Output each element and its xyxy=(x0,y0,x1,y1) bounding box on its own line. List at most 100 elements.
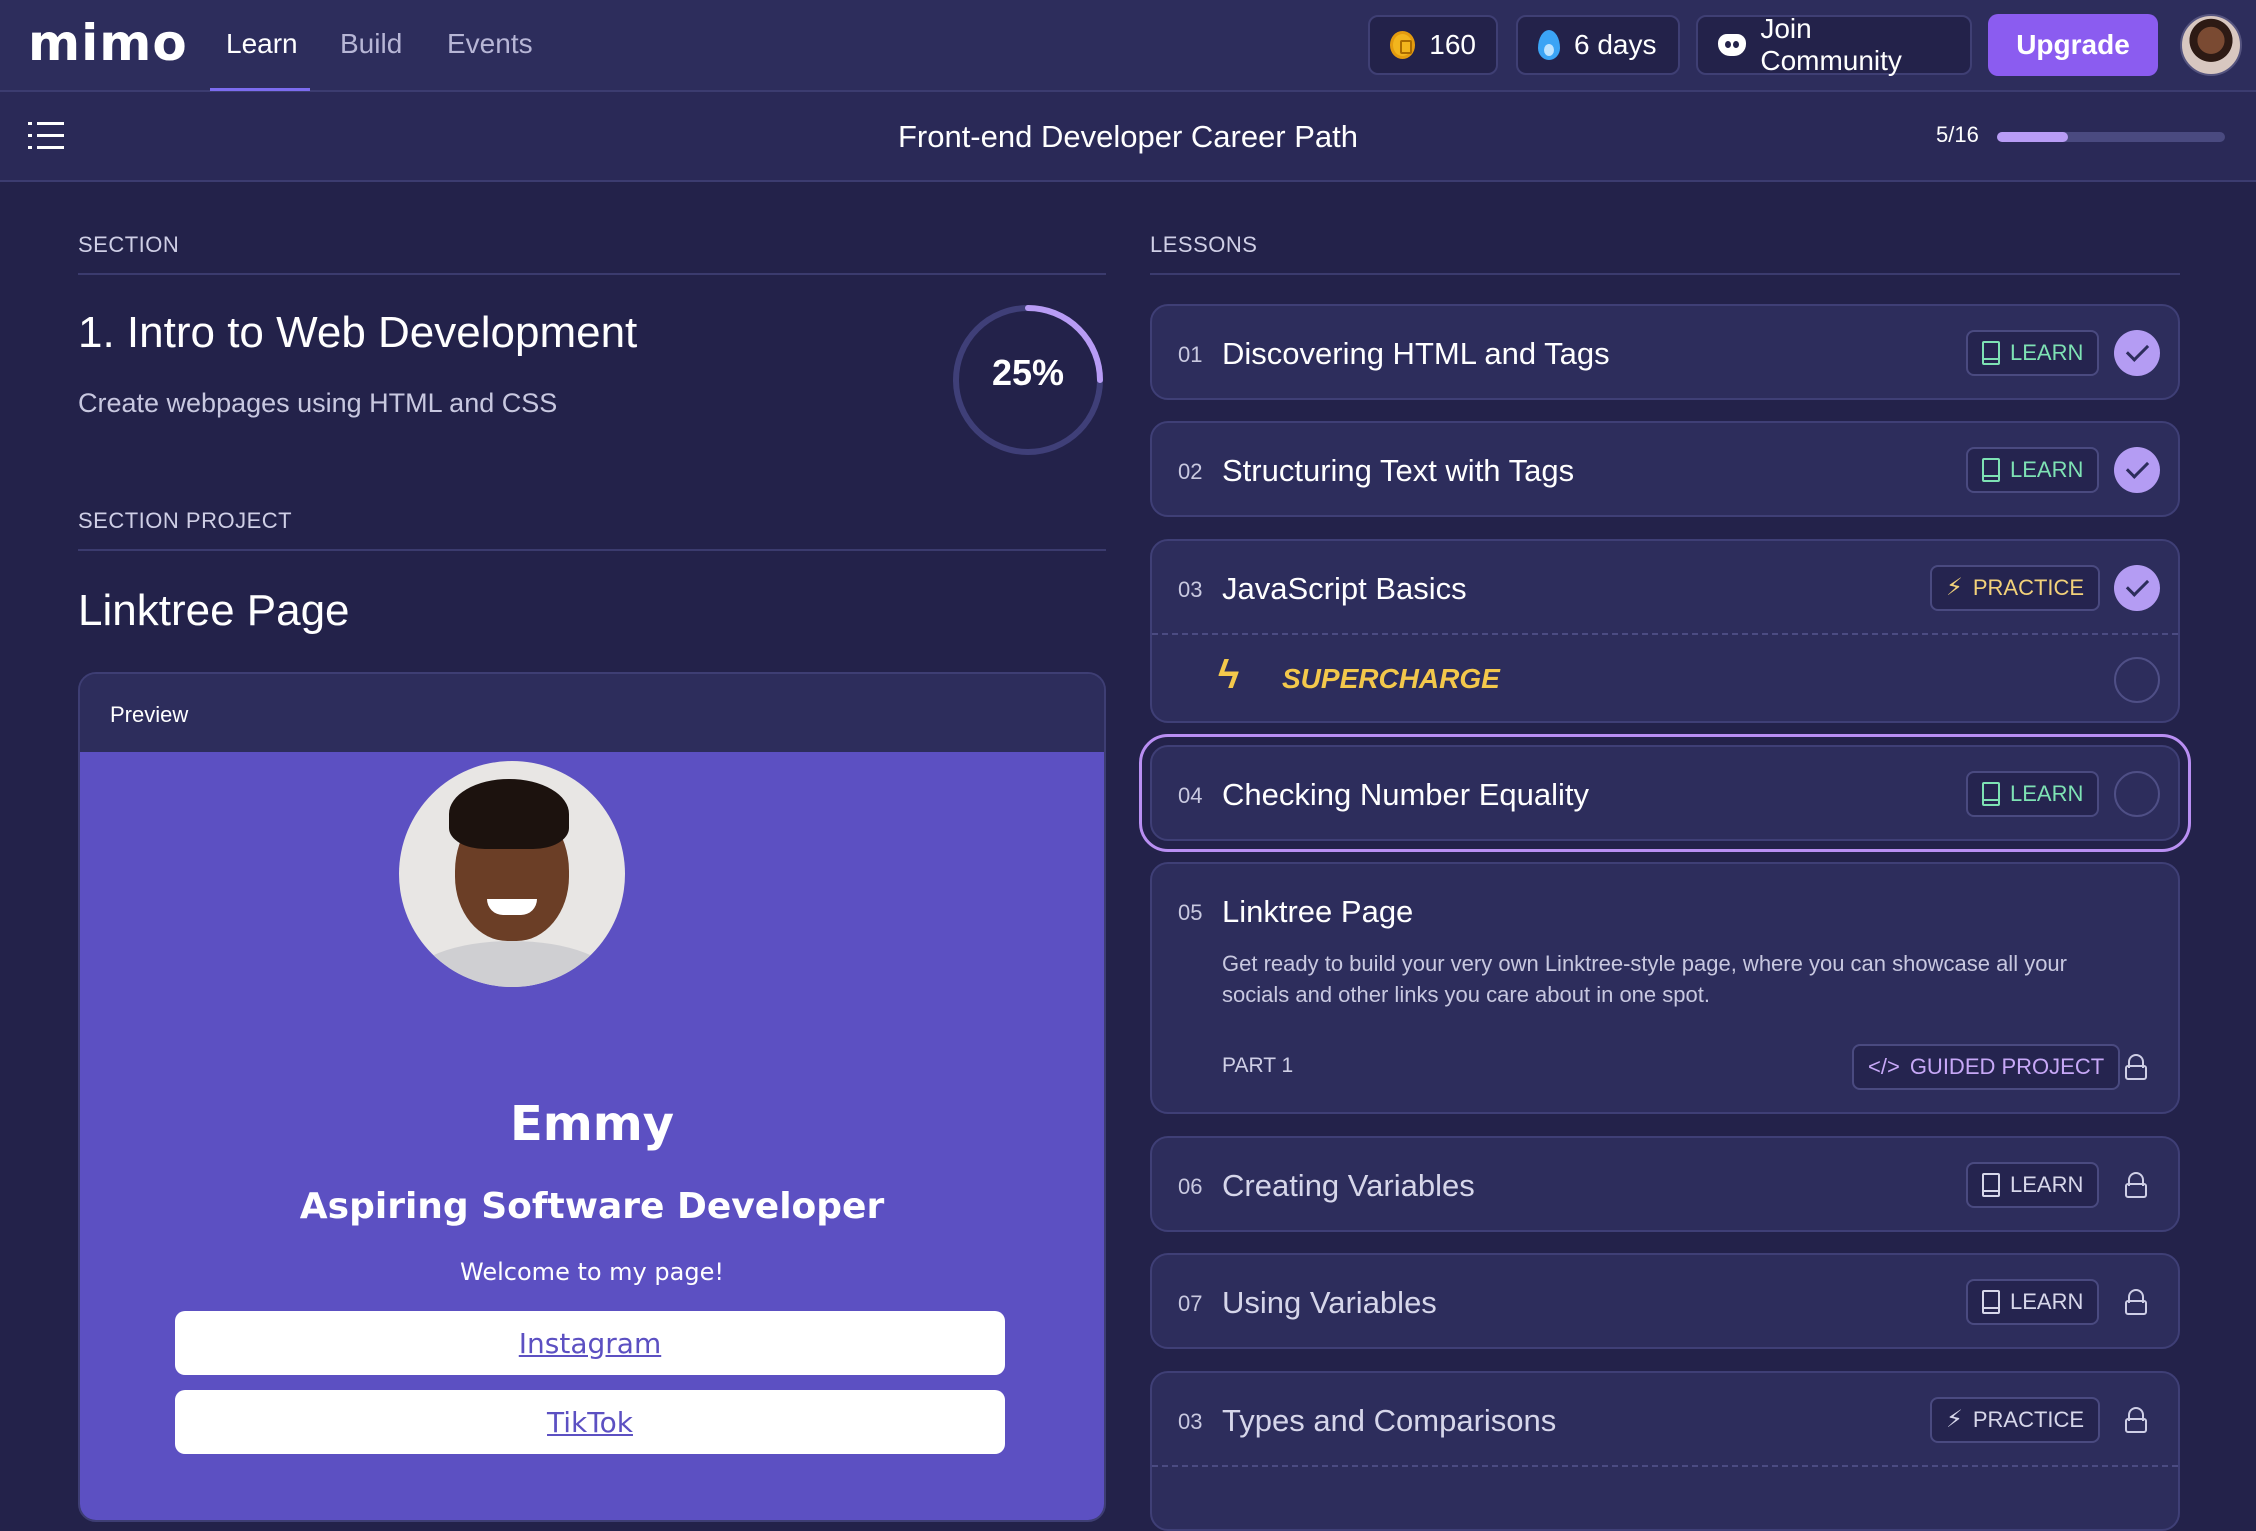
lock-icon xyxy=(2125,1172,2147,1198)
supercharge-label[interactable]: SUPERCHARGE xyxy=(1282,663,1500,695)
user-avatar[interactable] xyxy=(2180,14,2242,76)
practice-badge: ⚡ PRACTICE xyxy=(1930,565,2101,611)
lesson-separator xyxy=(1152,1465,2178,1467)
preview-role: Aspiring Software Developer xyxy=(299,1186,885,1227)
streak-counter[interactable]: 6 days xyxy=(1516,15,1680,75)
badge-label: LEARN xyxy=(2010,457,2084,482)
lesson-title: Linktree Page xyxy=(1222,894,1414,929)
lesson-card-current[interactable]: 04 Checking Number Equality LEARN xyxy=(1139,734,2191,852)
lesson-part: PART 1 xyxy=(1222,1054,1294,1077)
badge-label: LEARN xyxy=(2010,1172,2084,1197)
practice-badge: ⚡ PRACTICE xyxy=(1930,1397,2101,1443)
lesson-title: JavaScript Basics xyxy=(1222,571,1467,606)
guided-project-badge: </> GUIDED PROJECT xyxy=(1852,1044,2121,1090)
mimo-logo[interactable]: mimo xyxy=(28,14,188,72)
learn-badge: LEARN xyxy=(1966,330,2100,376)
supercharge-bolt-icon: ϟ xyxy=(1218,653,1240,697)
lock-icon xyxy=(2125,1289,2147,1315)
lesson-number: 04 xyxy=(1178,783,1203,808)
lesson-card[interactable]: 03 JavaScript Basics ⚡ PRACTICE ϟ SUPERC… xyxy=(1150,539,2180,723)
instagram-link[interactable]: Instagram xyxy=(175,1311,1005,1375)
code-icon: </> xyxy=(1868,1054,1900,1079)
book-icon xyxy=(1982,1290,2000,1314)
lesson-number: 07 xyxy=(1178,1291,1203,1316)
course-header: Front-end Developer Career Path 5/16 xyxy=(0,92,2256,182)
preview-name: Emmy xyxy=(509,1096,675,1152)
lock-icon xyxy=(2125,1054,2147,1080)
badge-label: PRACTICE xyxy=(1972,1407,2085,1432)
lesson-number: 05 xyxy=(1178,900,1203,925)
lesson-title: Types and Comparisons xyxy=(1222,1403,1557,1438)
lesson-description: Get ready to build your very own Linktre… xyxy=(1222,951,2067,1007)
lessons-label: LESSONS xyxy=(1150,232,1258,257)
learn-badge: LEARN xyxy=(1966,1279,2100,1325)
career-path-title: Front-end Developer Career Path xyxy=(897,119,1359,154)
badge-label: LEARN xyxy=(2010,1289,2084,1314)
lightning-icon: ⚡ xyxy=(1946,1406,1963,1433)
preview-welcome: Welcome to my page! xyxy=(460,1258,724,1286)
learn-badge: LEARN xyxy=(1966,1162,2100,1208)
path-progress-bar xyxy=(1997,132,2225,142)
completed-check-icon xyxy=(2114,565,2160,611)
tab-events[interactable]: Events xyxy=(447,28,533,60)
lesson-card[interactable]: 02 Structuring Text with Tags LEARN xyxy=(1150,421,2180,517)
section-progress-percent: 25% xyxy=(991,352,1065,393)
lesson-number: 03 xyxy=(1178,577,1203,602)
preview-label: Preview xyxy=(110,702,189,727)
learn-badge: LEARN xyxy=(1966,771,2100,817)
project-divider xyxy=(78,549,1106,551)
lock-icon xyxy=(2125,1407,2147,1433)
lesson-separator xyxy=(1152,633,2178,635)
lessons-divider xyxy=(1150,273,2180,275)
tiktok-link[interactable]: TikTok xyxy=(175,1390,1005,1454)
incomplete-circle-icon xyxy=(2114,771,2160,817)
book-icon xyxy=(1982,341,2000,365)
tab-build[interactable]: Build xyxy=(340,28,402,60)
tab-learn[interactable]: Learn xyxy=(226,28,298,60)
lesson-card-locked[interactable]: 03 Types and Comparisons ⚡ PRACTICE xyxy=(1150,1371,2180,1531)
join-community-button[interactable]: Join Community xyxy=(1696,13,1972,76)
join-community-label: Join Community xyxy=(1760,13,1902,76)
flame-icon xyxy=(1538,30,1560,60)
active-tab-indicator xyxy=(210,88,310,91)
upgrade-button[interactable]: Upgrade xyxy=(1988,14,2158,76)
profile-photo xyxy=(399,761,625,987)
learn-badge: LEARN xyxy=(1966,447,2100,493)
book-icon xyxy=(1982,782,2000,806)
completed-check-icon xyxy=(2114,330,2160,376)
lesson-card-locked[interactable]: 07 Using Variables LEARN xyxy=(1150,1253,2180,1349)
lesson-number: 01 xyxy=(1178,342,1203,367)
project-title: Linktree Page xyxy=(78,586,350,635)
lesson-number: 06 xyxy=(1178,1174,1203,1199)
lesson-title: Creating Variables xyxy=(1222,1168,1475,1203)
lesson-card-project[interactable]: 05 Linktree Page Get ready to build your… xyxy=(1150,862,2180,1114)
section-project-label: SECTION PROJECT xyxy=(78,508,293,533)
lightning-icon: ⚡ xyxy=(1946,574,1963,601)
lesson-number: 02 xyxy=(1178,459,1203,484)
book-icon xyxy=(1982,458,2000,482)
section-label: SECTION xyxy=(78,232,180,257)
lesson-title: Using Variables xyxy=(1222,1285,1437,1320)
badge-label: LEARN xyxy=(2010,781,2084,806)
book-icon xyxy=(1982,1173,2000,1197)
lesson-title: Checking Number Equality xyxy=(1222,777,1590,812)
path-progress-fill xyxy=(1997,132,2069,142)
section-description: Create webpages using HTML and CSS xyxy=(78,388,558,418)
streak-value: 6 days xyxy=(1574,29,1657,60)
completed-check-icon xyxy=(2114,447,2160,493)
lesson-title: Discovering HTML and Tags xyxy=(1222,336,1610,371)
discord-icon xyxy=(1718,34,1747,56)
lesson-card-locked[interactable]: 06 Creating Variables LEARN xyxy=(1150,1136,2180,1232)
coins-counter[interactable]: 160 xyxy=(1368,15,1498,75)
badge-label: PRACTICE xyxy=(1972,575,2085,600)
coins-value: 160 xyxy=(1429,29,1476,60)
lesson-number: 03 xyxy=(1178,1409,1203,1434)
lesson-card[interactable]: 01 Discovering HTML and Tags LEARN xyxy=(1150,304,2180,400)
badge-label: GUIDED PROJECT xyxy=(1909,1054,2105,1079)
section-title: 1. Intro to Web Development xyxy=(78,308,638,357)
lesson-title: Structuring Text with Tags xyxy=(1222,453,1575,488)
top-navbar: mimo Learn Build Events 160 6 days Join … xyxy=(0,0,2256,92)
badge-label: LEARN xyxy=(2010,340,2084,365)
section-divider xyxy=(78,273,1106,275)
coin-icon xyxy=(1390,31,1416,59)
